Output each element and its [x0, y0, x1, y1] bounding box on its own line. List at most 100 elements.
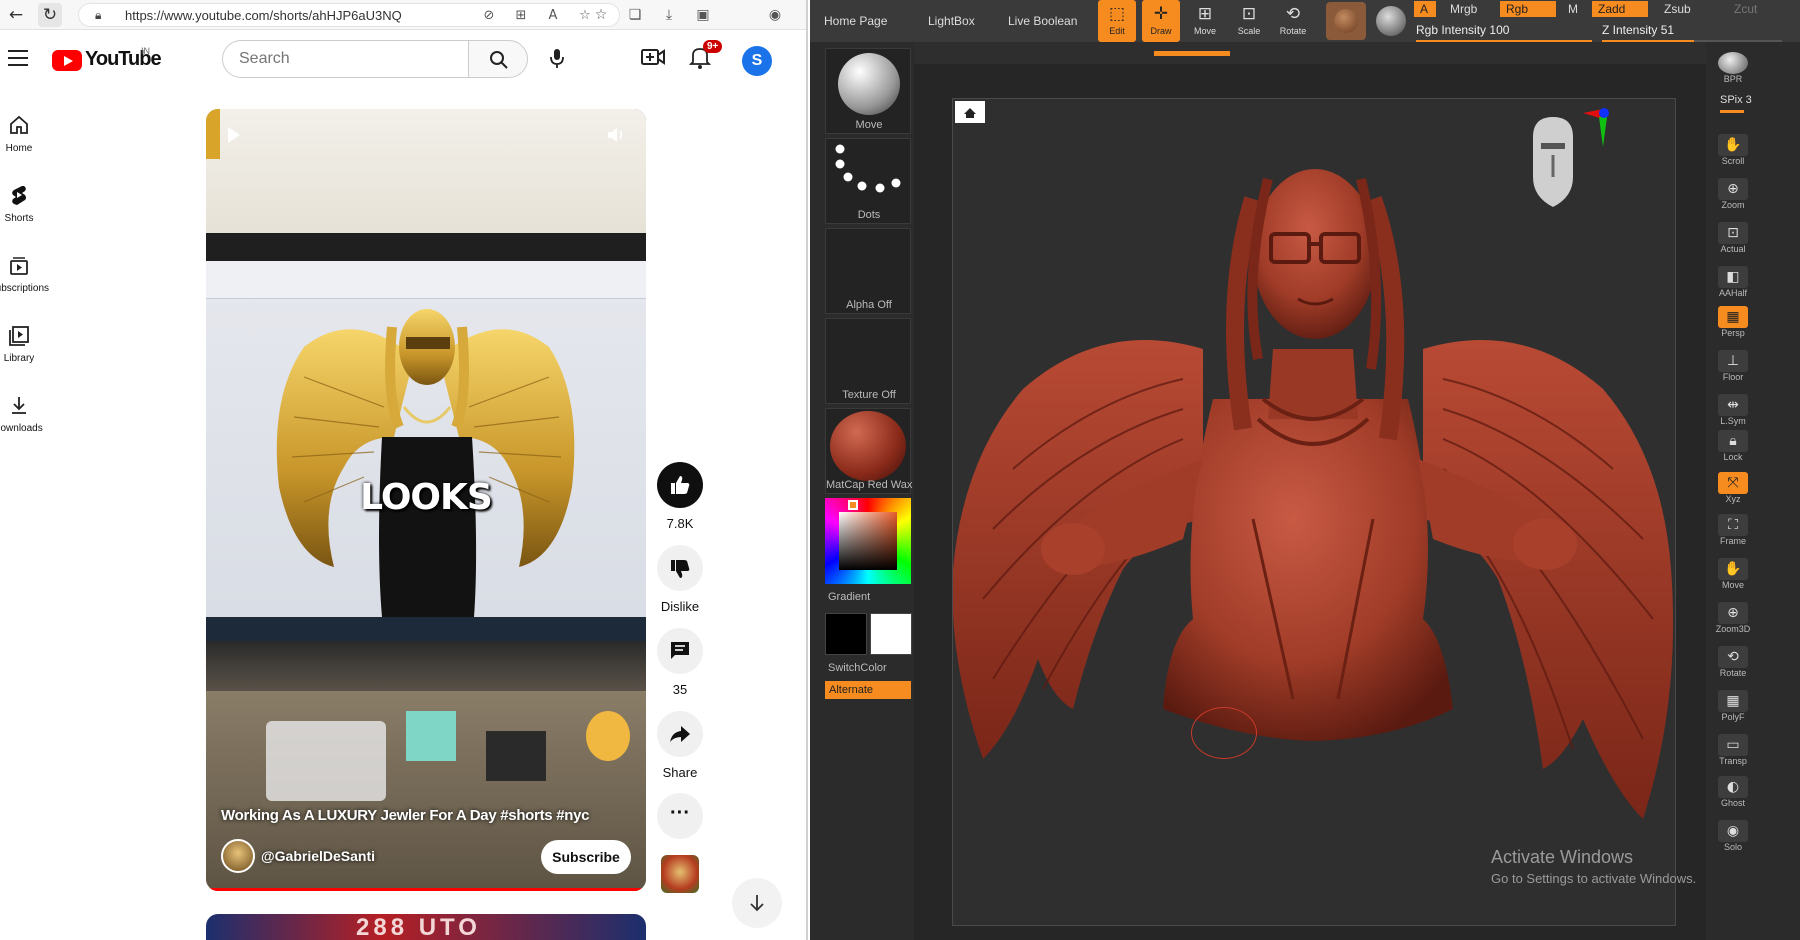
play-icon[interactable] [228, 127, 240, 143]
back-arrow-icon[interactable]: ← [4, 3, 28, 27]
a-toggle[interactable]: A [1414, 1, 1436, 17]
comment-button[interactable] [657, 628, 703, 674]
edit-mode-button[interactable]: ⬚ Edit [1098, 0, 1136, 42]
hamburger-menu-icon[interactable] [8, 50, 28, 66]
next-video-button[interactable] [732, 878, 782, 928]
share-action[interactable]: Share [656, 711, 704, 780]
stroke-selector[interactable]: Dots [825, 138, 911, 224]
bpr-button[interactable]: BPR [1712, 50, 1754, 90]
next-short-preview[interactable]: 288 UTO [206, 914, 646, 940]
angel-sculpt-model[interactable] [953, 99, 1677, 927]
sidebar-item-subscriptions[interactable]: Subscriptions [0, 240, 74, 304]
zoom3d-button[interactable]: ⊕ Zoom3D [1712, 600, 1754, 640]
spix-label[interactable]: SPix 3 [1720, 94, 1752, 106]
sidebar-item-shorts[interactable]: Shorts [0, 170, 74, 234]
color-marker[interactable] [848, 500, 858, 510]
scroll-button[interactable]: ✋ Scroll [1712, 132, 1754, 172]
sidebar-item-downloads[interactable]: Downloads [0, 380, 74, 444]
zoom-button[interactable]: ⊕ Zoom [1712, 176, 1754, 216]
sidebar-item-library[interactable]: Library [0, 310, 74, 374]
scale-mode-button[interactable]: ⊡ Scale [1230, 0, 1268, 42]
mrgb-toggle[interactable]: Mrgb [1444, 1, 1483, 17]
address-bar[interactable]: 🔒︎ https://www.youtube.com/shorts/ahHJP6… [78, 3, 620, 27]
zsub-toggle[interactable]: Zsub [1658, 1, 1697, 17]
blocked-icon[interactable]: ⊘ [479, 6, 499, 26]
main-color-swatch[interactable] [825, 613, 867, 655]
xyz-button[interactable]: ⤧ Xyz [1712, 470, 1754, 510]
subscribe-button[interactable]: Subscribe [541, 840, 631, 874]
search-box[interactable] [222, 40, 468, 78]
move-button[interactable]: ✋ Move [1712, 556, 1754, 596]
sound-thumbnail[interactable] [661, 855, 699, 893]
floor-button[interactable]: ⊥ Floor [1712, 348, 1754, 388]
rgb-intensity-slider[interactable]: Rgb Intensity 100 [1416, 22, 1592, 43]
alternate-button[interactable]: Alternate [825, 681, 911, 699]
frame-button[interactable]: ⛶ Frame [1712, 512, 1754, 552]
brush-selector[interactable]: Move [825, 48, 911, 134]
ghost-button[interactable]: ◐ Ghost [1712, 774, 1754, 814]
secondary-color-swatch[interactable] [870, 613, 912, 655]
more-action[interactable]: ··· [656, 793, 704, 839]
home-page-button[interactable]: Home Page [814, 0, 897, 42]
apps-icon[interactable]: ⊞ [511, 6, 531, 26]
actual-button[interactable]: ⊡ Actual [1712, 220, 1754, 260]
l-sym-button[interactable]: ⇹ L.Sym [1712, 392, 1754, 432]
comment-action[interactable]: 35 [656, 628, 704, 697]
orientation-gizmo[interactable] [1513, 107, 1613, 217]
alpha-selector[interactable]: Alpha Off [825, 228, 911, 314]
like-action[interactable]: 7.8K [656, 462, 704, 531]
video-title[interactable]: Working As A LUXURY Jewler For A Day #sh… [221, 807, 589, 824]
material-selector[interactable]: MatCap Red Wax [825, 408, 912, 494]
live-boolean-button[interactable]: Live Boolean [998, 0, 1087, 42]
like-button[interactable] [657, 462, 703, 508]
sphere-icon[interactable] [1376, 6, 1406, 36]
create-button[interactable] [640, 44, 670, 74]
draw-mode-button[interactable]: ✛ Draw [1142, 0, 1180, 42]
material-ball-icon[interactable] [1326, 2, 1366, 40]
texture-selector[interactable]: Texture Off [825, 318, 911, 404]
share-button[interactable] [657, 711, 703, 757]
gradient-label[interactable]: Gradient [828, 591, 870, 603]
video-progress-bar[interactable] [206, 888, 646, 891]
extensions-icon[interactable]: ▣ [692, 4, 714, 26]
more-options-button[interactable]: ··· [657, 793, 703, 839]
shorts-video-player[interactable]: LOOKS Working As A LUXURY Jewler For A D… [206, 109, 646, 891]
collections-icon[interactable]: ❏ [624, 4, 646, 26]
zadd-toggle[interactable]: Zadd [1592, 1, 1648, 17]
sidebar-item-home[interactable]: Home [0, 100, 74, 164]
z-intensity-slider[interactable]: Z Intensity 51 [1602, 22, 1782, 43]
rotate-mode-button[interactable]: ⟲ Rotate [1274, 0, 1312, 42]
search-input[interactable] [239, 50, 449, 68]
zcut-toggle[interactable]: Zcut [1728, 1, 1763, 17]
avatar[interactable]: S [742, 46, 772, 76]
aahalf-button[interactable]: ◧ AAHalf [1712, 264, 1754, 304]
lock-button[interactable]: 🔒︎ Lock [1712, 428, 1754, 468]
transp-button[interactable]: ▭ Transp [1712, 732, 1754, 772]
url-text[interactable]: https://www.youtube.com/shorts/ahHJP6aU3… [125, 8, 402, 23]
download-icon[interactable]: ⤓ [658, 4, 680, 26]
color-picker[interactable] [825, 498, 911, 584]
solo-button[interactable]: ◉ Solo [1712, 818, 1754, 858]
dislike-button[interactable] [657, 545, 703, 591]
persp-button[interactable]: ▦ Persp [1712, 304, 1754, 344]
volume-icon[interactable] [606, 125, 626, 145]
dislike-action[interactable]: Dislike [656, 545, 704, 614]
read-aloud-icon[interactable]: A [543, 6, 563, 26]
voice-search-button[interactable] [540, 42, 574, 76]
search-button[interactable] [468, 40, 528, 78]
lightbox-button[interactable]: LightBox [918, 0, 985, 42]
home-view-button[interactable] [955, 101, 985, 123]
polyf-button[interactable]: ▦ PolyF [1712, 688, 1754, 728]
channel-avatar[interactable] [221, 839, 255, 873]
m-toggle[interactable]: M [1562, 1, 1584, 17]
zbrush-canvas[interactable]: Activate Windows Go to Settings to activ… [952, 98, 1696, 927]
color-saturation-square[interactable] [839, 512, 897, 570]
favorites-icon[interactable]: ☆ [590, 4, 612, 26]
move-mode-button[interactable]: ⊞ Move [1186, 0, 1224, 42]
rgb-toggle[interactable]: Rgb [1500, 1, 1556, 17]
rotate-button[interactable]: ⟲ Rotate [1712, 644, 1754, 684]
spix-slider[interactable] [1720, 110, 1744, 113]
switch-color-button[interactable]: SwitchColor [828, 662, 887, 674]
profile-icon[interactable]: ◉ [764, 4, 786, 26]
notifications-button[interactable]: 9+ [688, 40, 723, 74]
